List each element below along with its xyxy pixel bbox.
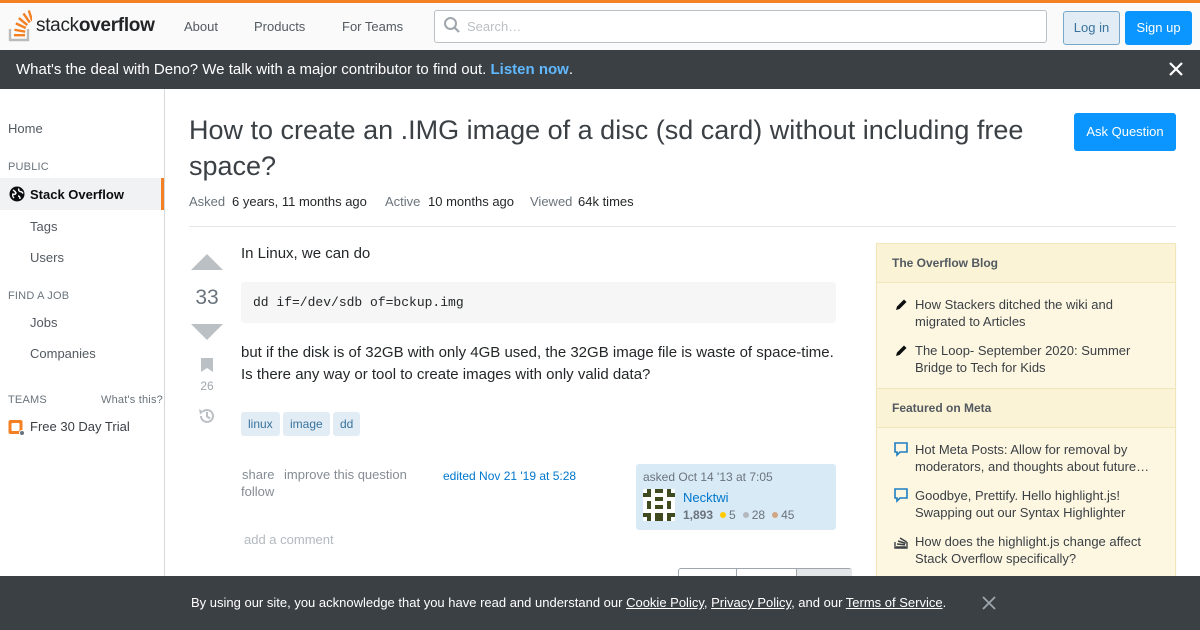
owner-name[interactable]: Necktwi xyxy=(683,490,729,505)
sidebar-item-companies[interactable]: Companies xyxy=(30,346,96,361)
chat-bubble-icon xyxy=(894,488,908,503)
gold-badge-icon xyxy=(720,512,727,519)
divider xyxy=(189,226,1176,227)
whats-this-link[interactable]: What's this? xyxy=(101,394,163,406)
improve-question-link[interactable]: improve this question xyxy=(284,467,407,482)
silver-badge-icon xyxy=(742,512,749,519)
close-icon[interactable] xyxy=(1168,61,1184,77)
question-title[interactable]: How to create an .IMG image of a disc (s… xyxy=(189,112,1059,184)
downvote-arrow-icon[interactable] xyxy=(190,323,224,341)
privacy-policy-link[interactable]: Privacy Policy xyxy=(711,595,791,610)
viewed-label: Viewed xyxy=(530,194,573,209)
nav-products[interactable]: Products xyxy=(254,19,305,34)
cookie-banner: By using our site, you acknowledge that … xyxy=(0,576,1200,630)
meta-header: Featured on Meta xyxy=(877,388,1175,428)
pencil-icon xyxy=(896,299,907,310)
viewed-value: 64k times xyxy=(578,194,634,209)
follow-link[interactable]: follow xyxy=(241,484,274,499)
overflow-blog-widget: The Overflow Blog How Stackers ditched t… xyxy=(876,243,1176,583)
share-link[interactable]: share xyxy=(242,467,275,482)
owner-card: asked Oct 14 '13 at 7:05 Necktwi 1,893 5 2… xyxy=(636,464,836,530)
add-comment-link[interactable]: add a comment xyxy=(244,532,334,547)
blog-item[interactable]: The Loop- September 2020: Summer Bridge … xyxy=(915,342,1155,376)
announcement-text: What's the deal with Deno? We talk with … xyxy=(16,61,487,78)
cookie-text: By using our site, you acknowledge that … xyxy=(191,595,947,610)
tag-image[interactable]: image xyxy=(283,412,330,436)
cookie-policy-link[interactable]: Cookie Policy xyxy=(626,595,704,610)
avatar[interactable] xyxy=(643,489,675,521)
vote-count: 33 xyxy=(195,286,219,309)
reputation-score: 1,893 xyxy=(683,508,714,522)
stackoverflow-logo-icon xyxy=(8,10,32,42)
bookmark-count: 26 xyxy=(200,379,214,393)
pencil-icon xyxy=(896,345,907,356)
tag-linux[interactable]: linux xyxy=(241,412,280,436)
meta-item[interactable]: Hot Meta Posts: Allow for removal by mod… xyxy=(915,441,1155,475)
blog-header: The Overflow Blog xyxy=(877,243,1175,283)
sidebar-item-free-trial[interactable]: Free 30 Day Trial xyxy=(30,419,130,434)
owner-reputation: 1,893 5 28 45 xyxy=(683,508,794,522)
post-text: but if the disk is of 32GB with only 4GB… xyxy=(241,344,834,361)
asked-date: asked Oct 14 '13 at 7:05 xyxy=(643,470,773,484)
post-text: Is there any way or tool to create image… xyxy=(241,366,651,383)
left-sidebar: Home PUBLIC Stack Overflow Tags Users FI… xyxy=(0,89,165,630)
edited-link[interactable]: edited Nov 21 '19 at 5:28 xyxy=(443,469,576,483)
signup-button[interactable]: Sign up xyxy=(1125,11,1192,45)
post-text: In Linux, we can do xyxy=(241,245,371,262)
sidebar-header-teams: TEAMS xyxy=(8,394,47,406)
history-icon[interactable] xyxy=(197,406,217,426)
asked-value: 6 years, 11 months ago xyxy=(232,194,367,209)
globe-icon xyxy=(9,186,25,202)
bookmark-icon[interactable] xyxy=(200,357,214,373)
listen-now-link[interactable]: Listen now xyxy=(491,61,569,78)
close-icon[interactable] xyxy=(981,595,997,611)
nav-for-teams[interactable]: For Teams xyxy=(342,19,403,34)
announcement-bar: What's the deal with Deno? We talk with … xyxy=(0,50,1200,89)
login-button[interactable]: Log in xyxy=(1063,11,1120,45)
sidebar-item-home[interactable]: Home xyxy=(8,121,43,136)
top-bar: stackoverflow About Products For Teams L… xyxy=(0,0,1200,50)
stack-exchange-icon xyxy=(894,537,908,549)
sidebar-header-public: PUBLIC xyxy=(8,161,49,173)
sidebar-item-tags[interactable]: Tags xyxy=(30,219,57,234)
logo-text: stackoverflow xyxy=(36,15,155,36)
tag-dd[interactable]: dd xyxy=(333,412,361,436)
active-label: Active xyxy=(385,194,421,209)
sidebar-item-users[interactable]: Users xyxy=(30,250,64,265)
bronze-badge-count: 45 xyxy=(781,508,795,522)
stackoverflow-logo[interactable]: stackoverflow xyxy=(8,9,155,43)
code-block: dd if=/dev/sdb of=bckup.img xyxy=(241,282,836,323)
nav-about[interactable]: About xyxy=(184,19,218,34)
ask-question-button[interactable]: Ask Question xyxy=(1074,113,1176,151)
sidebar-item-stack-overflow[interactable]: Stack Overflow xyxy=(0,178,164,210)
meta-item[interactable]: How does the highlight.js change affect … xyxy=(915,533,1155,567)
blog-item[interactable]: How Stackers ditched the wiki and migrat… xyxy=(915,296,1155,330)
bronze-badge-icon xyxy=(772,512,779,519)
search-input[interactable] xyxy=(434,10,1047,43)
asked-label: Asked xyxy=(189,194,226,209)
sidebar-header-find-job: FIND A JOB xyxy=(8,290,70,302)
search-icon xyxy=(444,17,460,33)
sidebar-item-label: Stack Overflow xyxy=(30,187,124,202)
terms-of-service-link[interactable]: Terms of Service xyxy=(846,595,943,610)
chat-bubble-icon xyxy=(894,442,908,457)
teams-briefcase-icon xyxy=(8,420,25,436)
active-value[interactable]: 10 months ago xyxy=(428,194,514,209)
silver-badge-count: 28 xyxy=(751,508,766,522)
announcement-suffix: . xyxy=(568,61,574,78)
meta-item[interactable]: Goodbye, Prettify. Hello highlight.js! S… xyxy=(915,487,1155,521)
gold-badge-count: 5 xyxy=(729,508,736,522)
upvote-arrow-icon[interactable] xyxy=(190,253,224,271)
sidebar-item-jobs[interactable]: Jobs xyxy=(30,315,57,330)
